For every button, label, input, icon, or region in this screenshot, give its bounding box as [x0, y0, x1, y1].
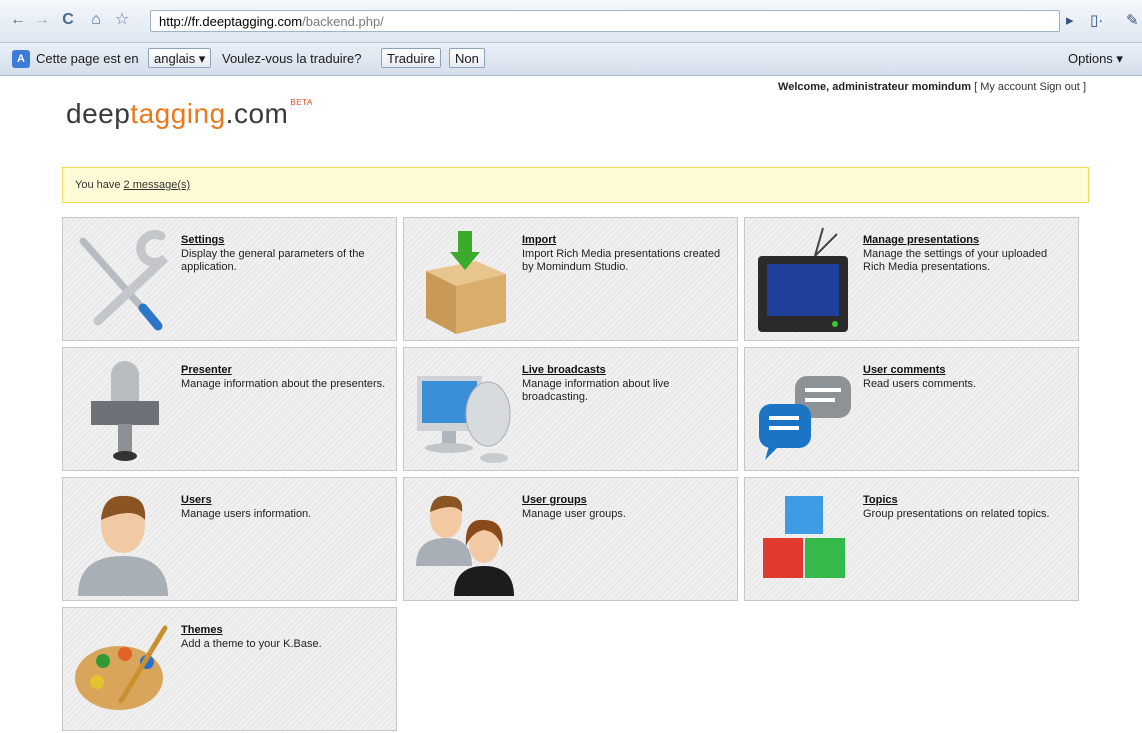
- site-logo[interactable]: deeptagging.com BETA: [66, 98, 313, 130]
- tile-desc: Add a theme to your K.Base.: [181, 638, 322, 650]
- tile-users[interactable]: Users Manage users information.: [62, 477, 397, 601]
- bracket-open: [: [974, 81, 978, 93]
- tile-user-comments[interactable]: User comments Read users comments.: [744, 347, 1079, 471]
- reload-icon[interactable]: C: [58, 10, 78, 30]
- translate-button[interactable]: Traduire: [381, 48, 441, 68]
- wrench-icon[interactable]: ✎: [1126, 11, 1139, 29]
- tile-user-groups[interactable]: User groups Manage user groups.: [403, 477, 738, 601]
- tile-desc: Display the general parameters of the ap…: [181, 248, 365, 273]
- browser-toolbar: ← → C ⌂ ☆ http://fr.deeptagging.com/back…: [0, 0, 1142, 43]
- tile-desc: Manage information about the presenters.: [181, 378, 386, 390]
- tile-settings[interactable]: Settings Display the general parameters …: [62, 217, 397, 341]
- tile-desc: Manage the settings of your uploaded Ric…: [863, 248, 1048, 273]
- my-account-link[interactable]: My account: [980, 81, 1036, 93]
- logo-part-1: deep: [66, 98, 131, 129]
- tile-desc: Read users comments.: [863, 378, 977, 390]
- tile-themes[interactable]: Themes Add a theme to your K.Base.: [62, 607, 397, 731]
- tile-manage-presentations[interactable]: Manage presentations Manage the settings…: [744, 217, 1079, 341]
- tile-import[interactable]: Import Import Rich Media presentations c…: [403, 217, 738, 341]
- tile-title[interactable]: Manage presentations: [863, 234, 979, 246]
- address-bar[interactable]: http://fr.deeptagging.com/backend.php/: [150, 10, 1060, 32]
- tile-live-broadcasts[interactable]: Live broadcasts Manage information about…: [403, 347, 738, 471]
- satellite-monitor-icon: [417, 376, 511, 463]
- bracket-close: ]: [1082, 81, 1086, 93]
- tile-title[interactable]: Live broadcasts: [522, 364, 606, 376]
- notice-prefix: You have: [75, 179, 121, 191]
- tile-title[interactable]: Themes: [181, 624, 223, 636]
- tile-title[interactable]: Users: [181, 494, 212, 506]
- welcome-text: Welcome, administrateur momindum: [778, 81, 971, 93]
- tile-desc: Manage users information.: [181, 508, 312, 520]
- tile-title[interactable]: Topics: [863, 494, 898, 506]
- forward-arrow-icon[interactable]: →: [32, 10, 52, 30]
- user-group-icon: [416, 495, 514, 596]
- language-select[interactable]: anglais ▾: [148, 48, 212, 68]
- tile-title[interactable]: User groups: [522, 494, 587, 506]
- tile-title[interactable]: Settings: [181, 234, 224, 246]
- palette-icon: [75, 625, 168, 710]
- sign-out-link[interactable]: Sign out: [1040, 81, 1080, 93]
- tv-icon: [758, 227, 848, 332]
- tile-desc: Import Rich Media presentations created …: [522, 248, 721, 273]
- back-arrow-icon[interactable]: ←: [8, 10, 28, 30]
- import-box-icon: [426, 231, 506, 334]
- logo-part-3: .com: [225, 98, 289, 129]
- tile-topics[interactable]: Topics Group presentations on related to…: [744, 477, 1079, 601]
- translate-icon: A: [12, 50, 30, 68]
- options-menu[interactable]: Options ▾: [1068, 51, 1123, 67]
- translate-text-2: Voulez-vous la traduire?: [222, 51, 362, 66]
- tile-title[interactable]: Presenter: [181, 364, 232, 376]
- microphone-icon: [91, 361, 159, 461]
- welcome-line: Welcome, administrateur momindum [ My ac…: [778, 81, 1086, 93]
- tile-title[interactable]: Import: [522, 234, 556, 246]
- tile-desc: Manage user groups.: [522, 508, 626, 520]
- messages-link[interactable]: 2 message(s): [124, 179, 191, 191]
- no-button[interactable]: Non: [449, 48, 485, 68]
- url-path: /backend.php/: [302, 14, 384, 29]
- logo-part-2: tagging: [130, 98, 226, 129]
- translate-bar: A Cette page est en anglais ▾ Voulez-vou…: [0, 43, 1142, 76]
- tools-icon: [79, 230, 169, 331]
- page-menu-icon[interactable]: ▯·: [1090, 11, 1103, 29]
- tile-desc: Group presentations on related topics.: [863, 508, 1050, 520]
- tile-presenter[interactable]: Presenter Manage information about the p…: [62, 347, 397, 471]
- play-icon[interactable]: ▸: [1066, 11, 1074, 29]
- user-icon: [78, 495, 168, 596]
- cubes-icon: [763, 496, 845, 578]
- tile-desc: Manage information about live broadcasti…: [522, 378, 670, 403]
- tile-title[interactable]: User comments: [863, 364, 946, 376]
- bookmark-star-icon[interactable]: ☆: [112, 10, 132, 30]
- url-domain: http://fr.deeptagging.com: [159, 14, 303, 29]
- messages-notice: You have 2 message(s): [62, 167, 1089, 203]
- home-icon[interactable]: ⌂: [86, 10, 106, 30]
- speech-bubbles-icon: [759, 376, 851, 460]
- beta-badge: BETA: [290, 98, 313, 107]
- translate-text-1: Cette page est en: [36, 51, 139, 66]
